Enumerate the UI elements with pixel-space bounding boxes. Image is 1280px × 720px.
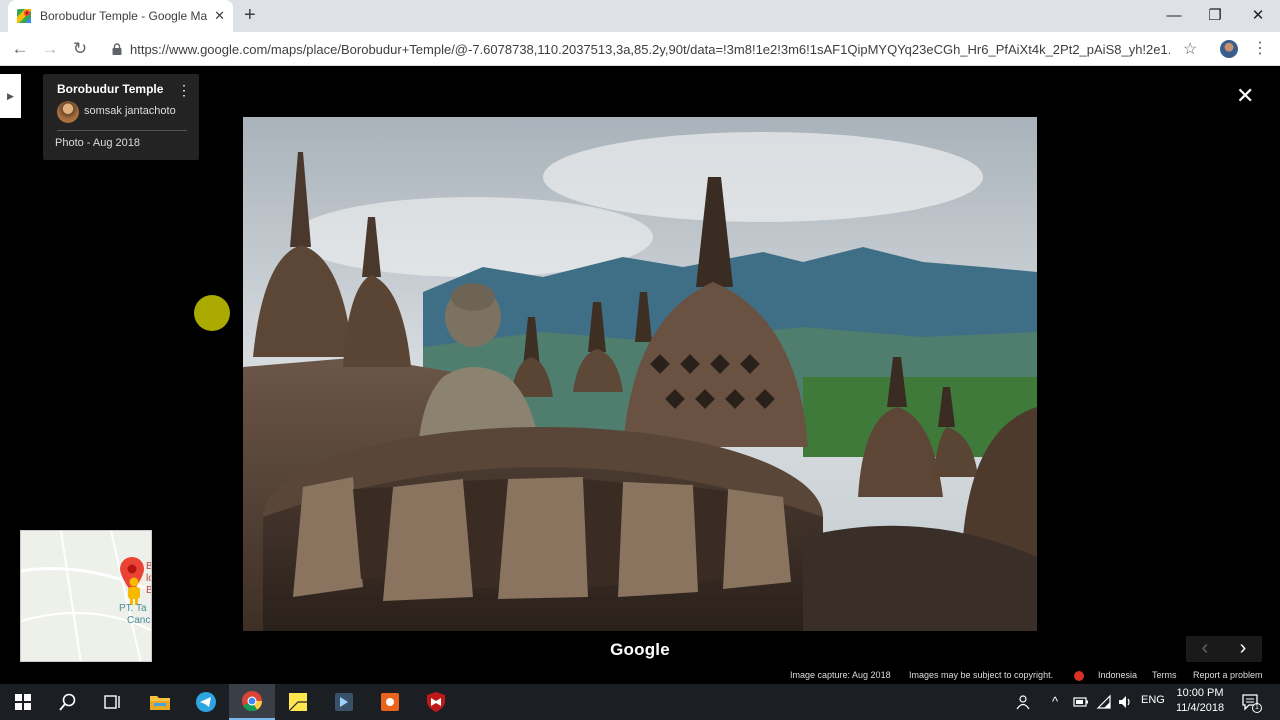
pegman-icon <box>128 577 140 605</box>
profile-avatar[interactable] <box>1220 40 1238 58</box>
mouse-cursor-highlight <box>194 295 230 331</box>
new-tab-button[interactable]: + <box>244 5 256 25</box>
app-icon <box>335 693 353 711</box>
battery-icon[interactable] <box>1073 696 1089 708</box>
photo-date: Photo - Aug 2018 <box>55 137 141 149</box>
divider <box>57 130 187 131</box>
browser-toolbar: ← → ↻ https://www.google.com/maps/place/… <box>0 32 1280 66</box>
windows-start-icon <box>15 694 31 710</box>
chrome-button[interactable] <box>229 684 275 720</box>
task-view-button[interactable] <box>90 684 136 720</box>
tab-strip: Borobudur Temple - Google Maps ✕ + — ❐ ✕ <box>0 0 1280 32</box>
clock-date: 11/4/2018 <box>1175 702 1225 714</box>
terms-link[interactable]: Terms <box>1152 670 1177 684</box>
start-button[interactable] <box>0 684 46 720</box>
telegram-icon <box>196 692 216 712</box>
minimap-label: Canc <box>127 615 151 626</box>
minimize-button[interactable]: — <box>1152 0 1196 30</box>
temple-photo[interactable] <box>243 117 1037 631</box>
search-icon <box>59 693 76 711</box>
back-button[interactable]: ← <box>10 39 30 59</box>
tab-google-maps[interactable]: Borobudur Temple - Google Maps ✕ <box>8 0 233 32</box>
minimap-label: PT. Ta <box>119 603 147 614</box>
address-bar[interactable]: https://www.google.com/maps/place/Borobu… <box>104 36 1208 62</box>
system-clock[interactable]: 10:00 PM 11/4/2018 <box>1170 686 1230 716</box>
file-explorer-icon <box>150 696 170 710</box>
place-title[interactable]: Borobudur Temple <box>57 82 163 96</box>
minimap-label: B <box>146 561 151 572</box>
people-icon[interactable] <box>1015 694 1031 710</box>
expand-panel-button[interactable]: ▶ <box>0 74 21 118</box>
file-explorer-button[interactable] <box>137 684 183 720</box>
google-maps-favicon-icon <box>17 9 31 23</box>
copyright-notice: Images may be subject to copyright. <box>909 670 1054 680</box>
bookmark-star-icon[interactable]: ☆ <box>1183 39 1197 59</box>
search-button[interactable] <box>45 684 91 720</box>
app-orange-icon <box>381 693 399 711</box>
reload-button[interactable]: ↻ <box>70 39 90 59</box>
photo-viewer: ▶ Borobudur Temple ⋮ somsak jantachoto P… <box>0 66 1280 684</box>
sticky-notes-icon <box>288 693 307 712</box>
next-photo-button[interactable]: › <box>1224 636 1262 662</box>
task-view-icon <box>104 695 120 709</box>
close-viewer-icon[interactable]: ✕ <box>1236 85 1254 107</box>
mcafee-icon <box>427 692 445 712</box>
report-problem-link[interactable]: Report a problem <box>1193 670 1263 684</box>
url-text[interactable]: https://www.google.com/maps/place/Borobu… <box>130 42 1170 57</box>
forward-button[interactable]: → <box>40 39 60 59</box>
taskbar: ^ ENG 10:00 PM 11/4/2018 1 <box>0 684 1280 720</box>
window-close-button[interactable]: ✕ <box>1236 0 1280 30</box>
author-avatar[interactable] <box>57 101 79 123</box>
country-link[interactable]: Indonesia <box>1098 670 1137 684</box>
lock-icon <box>112 43 122 55</box>
tab-title: Borobudur Temple - Google Maps <box>40 9 209 23</box>
author-name[interactable]: somsak jantachoto <box>84 105 176 117</box>
country-flag-icon <box>1074 671 1084 681</box>
image-capture-date: Image capture: Aug 2018 <box>790 670 891 680</box>
tab-close-icon[interactable]: ✕ <box>214 8 225 24</box>
mcafee-button[interactable] <box>413 684 459 720</box>
notification-badge: 1 <box>1252 703 1262 713</box>
volume-icon[interactable] <box>1117 694 1133 710</box>
minimap-label: lo <box>146 573 151 584</box>
google-logo: Google <box>610 640 670 659</box>
show-hidden-icons[interactable]: ^ <box>1052 694 1058 709</box>
app-button[interactable] <box>321 684 367 720</box>
telegram-button[interactable] <box>183 684 229 720</box>
minimap-label: B <box>146 585 151 596</box>
chrome-menu-icon[interactable]: ⋮ <box>1252 40 1268 58</box>
app-orange-button[interactable] <box>367 684 413 720</box>
chrome-icon <box>242 691 263 712</box>
more-options-icon[interactable]: ⋮ <box>177 83 191 97</box>
restore-button[interactable]: ❐ <box>1193 0 1237 30</box>
wifi-icon[interactable] <box>1096 694 1112 710</box>
chevron-right-icon: ▶ <box>7 90 14 101</box>
language-indicator[interactable]: ENG <box>1141 694 1165 706</box>
photo-info-card: Borobudur Temple ⋮ somsak jantachoto Pho… <box>43 74 199 160</box>
clock-time: 10:00 PM <box>1176 687 1224 699</box>
sticky-notes-button[interactable] <box>275 684 321 720</box>
previous-photo-button[interactable]: ‹ <box>1186 636 1224 662</box>
